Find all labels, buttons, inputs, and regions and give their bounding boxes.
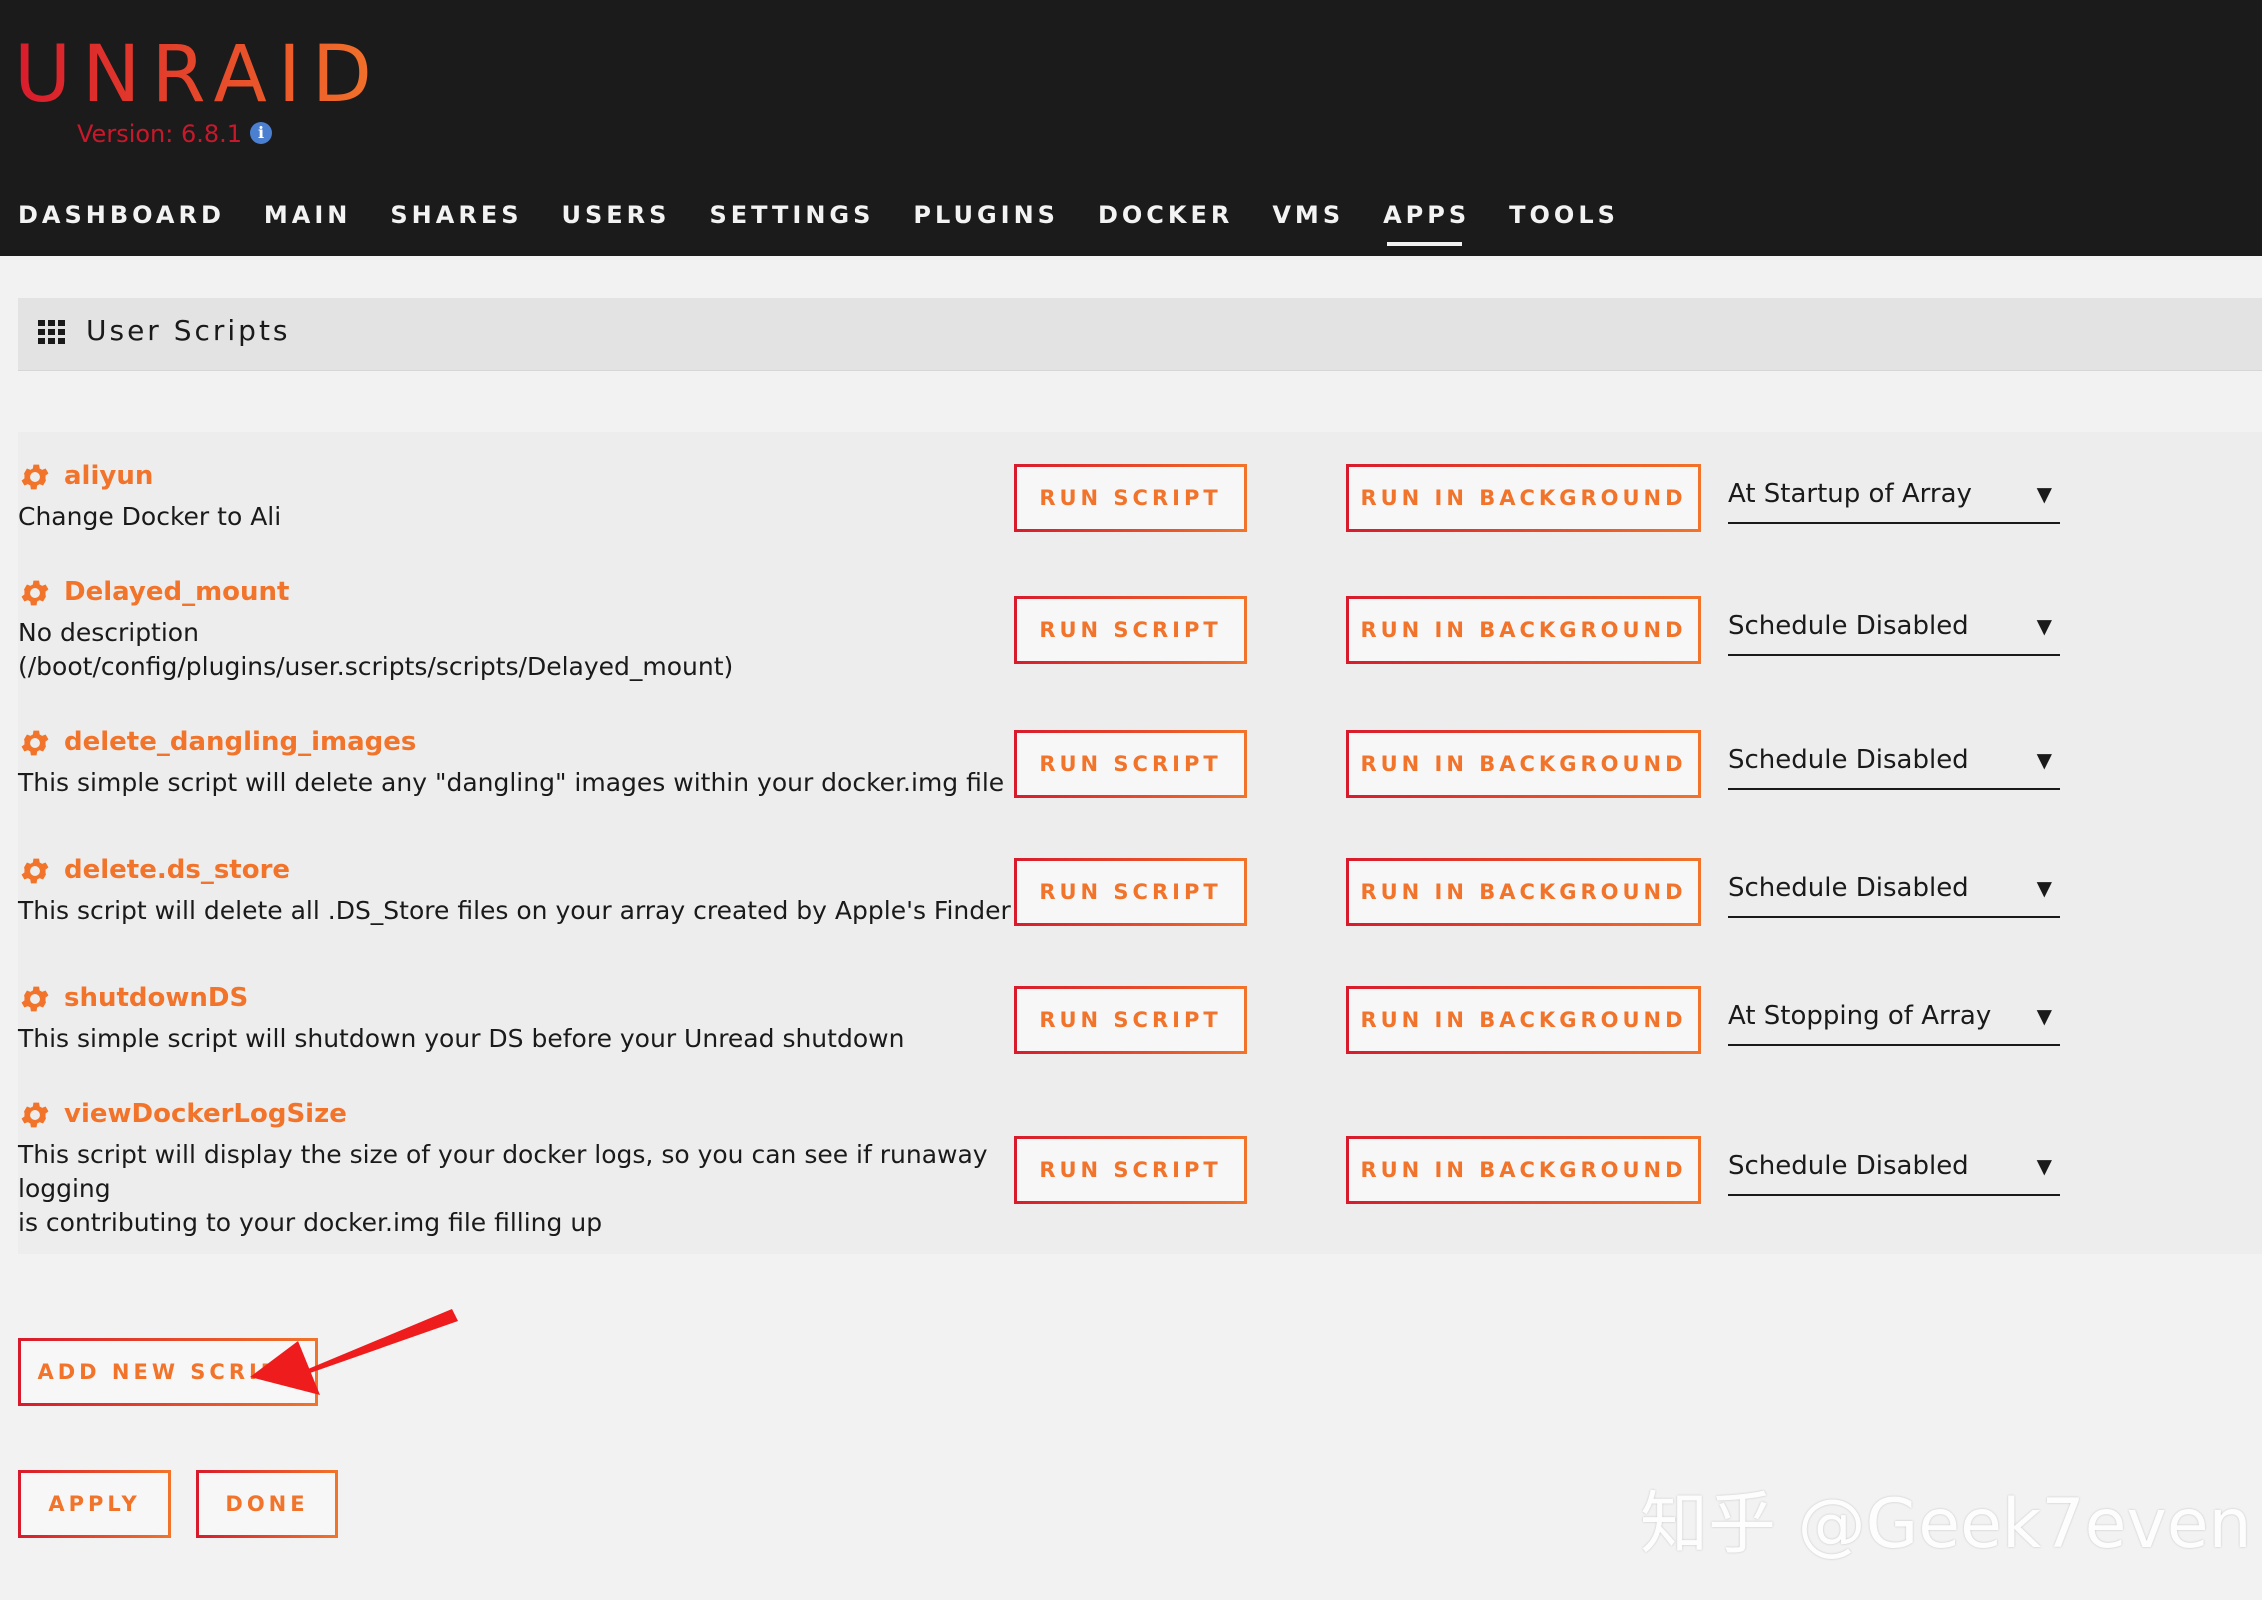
- schedule-value: Schedule Disabled: [1728, 611, 1969, 641]
- schedule-value: At Stopping of Array: [1728, 1001, 1992, 1031]
- run-in-background-button[interactable]: RUN IN BACKGROUND: [1346, 464, 1701, 532]
- run-script-button[interactable]: RUN SCRIPT: [1014, 986, 1247, 1054]
- schedule-value: Schedule Disabled: [1728, 873, 1969, 903]
- run-script-button[interactable]: RUN SCRIPT: [1014, 596, 1247, 664]
- info-icon[interactable]: i: [250, 122, 272, 144]
- schedule-select[interactable]: Schedule Disabled ▼: [1728, 740, 2060, 790]
- script-description: This simple script will shutdown your DS…: [18, 1024, 905, 1053]
- section-header: User Scripts: [18, 298, 2262, 371]
- nav-item-shares[interactable]: SHARES: [390, 198, 522, 246]
- schedule-value: At Startup of Array: [1728, 479, 1972, 509]
- gear-icon[interactable]: [18, 1098, 52, 1132]
- done-button[interactable]: DONE: [196, 1470, 338, 1538]
- watermark: 知乎 @Geek7even: [1640, 1485, 2252, 1564]
- caret-down-icon: ▼: [2036, 1004, 2052, 1028]
- script-name[interactable]: Delayed_mount: [64, 577, 289, 607]
- gear-icon[interactable]: [18, 854, 52, 888]
- version-label: Version: 6.8.1: [77, 120, 243, 148]
- nav-item-apps[interactable]: APPS: [1383, 198, 1470, 246]
- grid-icon: [38, 320, 66, 344]
- script-description: This simple script will delete any "dang…: [18, 768, 1005, 797]
- caret-down-icon: ▼: [2036, 748, 2052, 772]
- script-name[interactable]: shutdownDS: [64, 983, 248, 1013]
- caret-down-icon: ▼: [2036, 614, 2052, 638]
- section-title: User Scripts: [86, 314, 291, 347]
- caret-down-icon: ▼: [2036, 1154, 2052, 1178]
- script-description: This script will display the size of you…: [18, 1140, 988, 1237]
- run-in-background-button[interactable]: RUN IN BACKGROUND: [1346, 1136, 1701, 1204]
- run-in-background-button[interactable]: RUN IN BACKGROUND: [1346, 596, 1701, 664]
- script-name[interactable]: delete_dangling_images: [64, 727, 416, 757]
- nav-item-docker[interactable]: DOCKER: [1098, 198, 1233, 246]
- gear-icon[interactable]: [18, 982, 52, 1016]
- script-description: Change Docker to Ali: [18, 502, 282, 531]
- apply-button[interactable]: APPLY: [18, 1470, 171, 1538]
- nav-item-dashboard[interactable]: DASHBOARD: [18, 198, 225, 246]
- schedule-select[interactable]: Schedule Disabled ▼: [1728, 1146, 2060, 1196]
- nav-item-tools[interactable]: TOOLS: [1509, 198, 1619, 246]
- run-script-button[interactable]: RUN SCRIPT: [1014, 1136, 1247, 1204]
- run-script-button[interactable]: RUN SCRIPT: [1014, 858, 1247, 926]
- gear-icon[interactable]: [18, 726, 52, 760]
- nav-item-users[interactable]: USERS: [562, 198, 671, 246]
- nav-item-settings[interactable]: SETTINGS: [709, 198, 874, 246]
- run-in-background-button[interactable]: RUN IN BACKGROUND: [1346, 986, 1701, 1054]
- script-name[interactable]: delete.ds_store: [64, 855, 290, 885]
- run-script-button[interactable]: RUN SCRIPT: [1014, 464, 1247, 532]
- top-header: UNRAID Version: 6.8.1 i DASHBOARD MAIN SHA…: [0, 0, 2262, 256]
- main-nav: DASHBOARD MAIN SHARES USERS SETTINGS PLUGINS D…: [18, 198, 1658, 246]
- script-description: No description (/boot/config/plugins/use…: [18, 618, 734, 681]
- schedule-select[interactable]: Schedule Disabled ▼: [1728, 868, 2060, 918]
- nav-item-main[interactable]: MAIN: [264, 198, 351, 246]
- nav-item-vms[interactable]: VMS: [1272, 198, 1344, 246]
- caret-down-icon: ▼: [2036, 876, 2052, 900]
- scripts-panel: aliyun Change Docker to Ali RUN SCRIPT RUN …: [18, 432, 2262, 1254]
- schedule-select[interactable]: At Stopping of Array ▼: [1728, 996, 2060, 1046]
- script-description: This script will delete all .DS_Store fi…: [18, 896, 1011, 925]
- schedule-value: Schedule Disabled: [1728, 1151, 1969, 1181]
- run-in-background-button[interactable]: RUN IN BACKGROUND: [1346, 858, 1701, 926]
- schedule-value: Schedule Disabled: [1728, 745, 1969, 775]
- script-name[interactable]: aliyun: [64, 461, 153, 491]
- caret-down-icon: ▼: [2036, 482, 2052, 506]
- run-in-background-button[interactable]: RUN IN BACKGROUND: [1346, 730, 1701, 798]
- run-script-button[interactable]: RUN SCRIPT: [1014, 730, 1247, 798]
- gear-icon[interactable]: [18, 576, 52, 610]
- schedule-select[interactable]: Schedule Disabled ▼: [1728, 606, 2060, 656]
- nav-item-plugins[interactable]: PLUGINS: [913, 198, 1059, 246]
- annotation-arrow-icon: [250, 1309, 458, 1395]
- script-name[interactable]: viewDockerLogSize: [64, 1099, 347, 1129]
- gear-icon[interactable]: [18, 460, 52, 494]
- unraid-logo[interactable]: UNRAID: [14, 30, 383, 120]
- schedule-select[interactable]: At Startup of Array ▼: [1728, 474, 2060, 524]
